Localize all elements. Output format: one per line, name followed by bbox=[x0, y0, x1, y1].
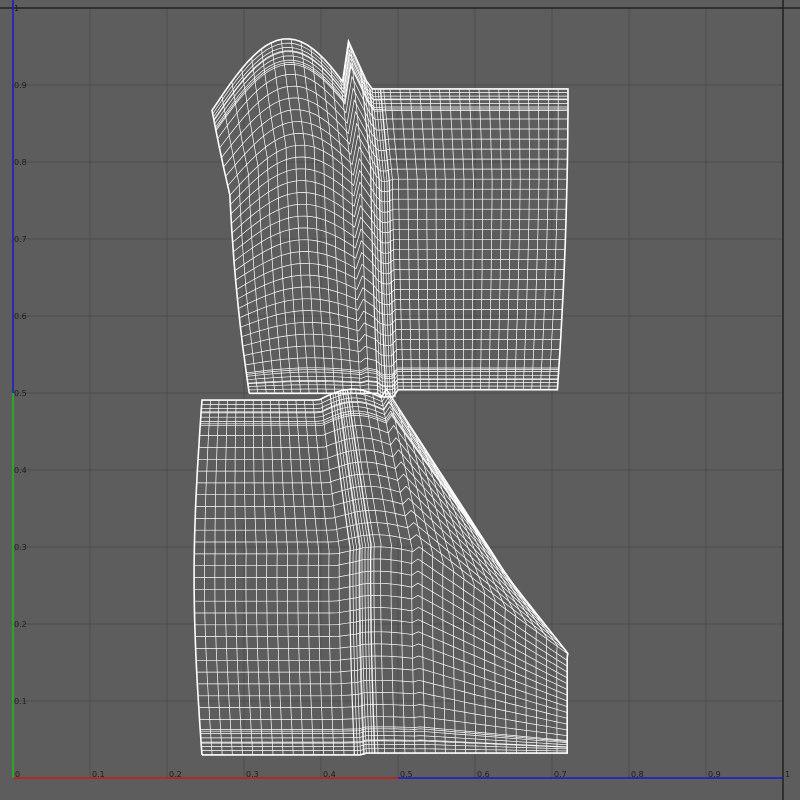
u-tick-label: 0.3 bbox=[246, 770, 259, 779]
v-tick-label: 0.5 bbox=[14, 389, 27, 398]
v-tick-label: 1 bbox=[14, 4, 19, 13]
v-tick-label: 0.9 bbox=[14, 81, 27, 90]
u-tick-label: 0.2 bbox=[169, 770, 182, 779]
u-tick-label: 1 bbox=[785, 770, 790, 779]
u-tick-label: 0.1 bbox=[92, 770, 105, 779]
v-tick-label: 0.2 bbox=[14, 620, 27, 629]
u-tick-label: 0.5 bbox=[400, 770, 413, 779]
v-tick-label: 0.3 bbox=[14, 543, 27, 552]
u-tick-label: 0.4 bbox=[323, 770, 336, 779]
u-tick-label: 0 bbox=[15, 770, 20, 779]
uv-viewport[interactable]: 0 0.1 0.2 0.3 0.4 0.5 0.6 0.7 0.8 0.9 1 0.1 0.2 0.3 0.… bbox=[0, 0, 800, 800]
v-tick-label: 0.1 bbox=[14, 697, 27, 706]
v-tick-label: 0.7 bbox=[14, 235, 27, 244]
v-tick-label: 0.6 bbox=[14, 312, 27, 321]
u-tick-label: 0.8 bbox=[631, 770, 644, 779]
u-tick-label: 0.7 bbox=[554, 770, 567, 779]
uv-texture-editor[interactable]: 0 0.1 0.2 0.3 0.4 0.5 0.6 0.7 0.8 0.9 1 0.1 0.2 0.3 0.… bbox=[0, 0, 800, 800]
u-tick-label: 0.6 bbox=[477, 770, 490, 779]
u-tick-label: 0.9 bbox=[708, 770, 721, 779]
v-tick-label: 0.4 bbox=[14, 466, 27, 475]
v-tick-label: 0.8 bbox=[14, 158, 27, 167]
viewport-background bbox=[0, 0, 800, 800]
